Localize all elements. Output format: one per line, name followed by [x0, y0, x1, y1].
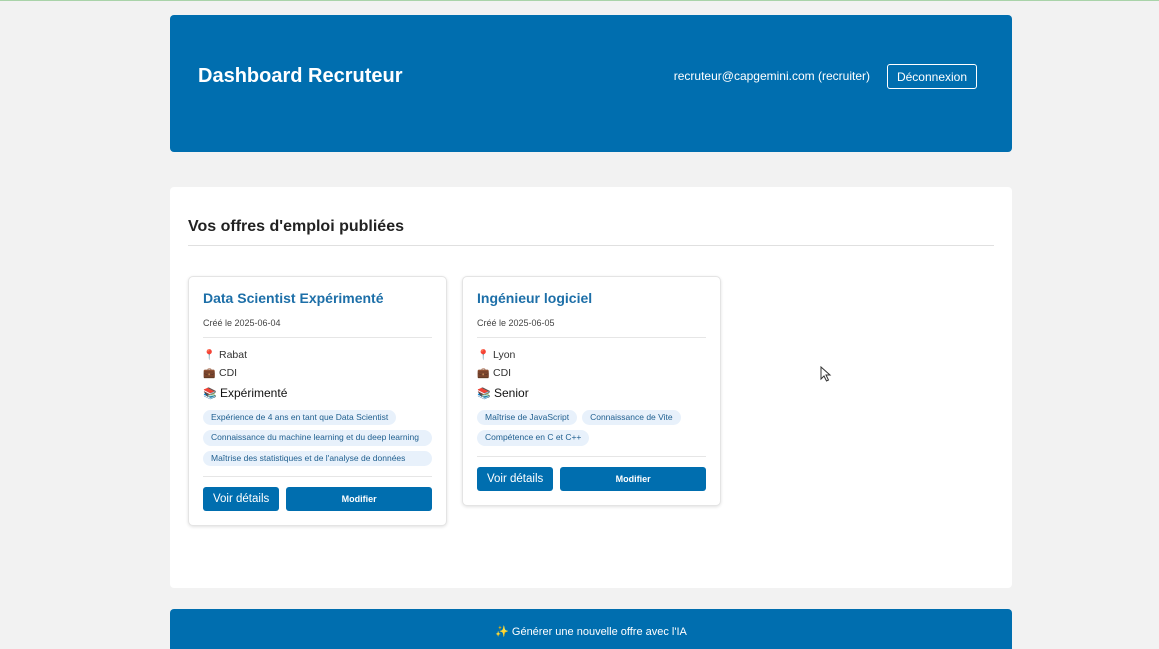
books-icon: 📚: [477, 387, 491, 400]
card-actions: Voir détails Modifier: [477, 466, 706, 491]
offer-location: 📍 Lyon: [477, 349, 706, 361]
user-email: recruteur@capgemini.com (recruiter): [673, 69, 870, 83]
briefcase-icon: 💼: [203, 367, 216, 379]
logout-button[interactable]: Déconnexion: [887, 64, 977, 89]
offer-location: 📍 Rabat: [203, 349, 432, 361]
section-title: Vos offres d'emploi publiées: [188, 218, 404, 235]
card-divider: [203, 476, 432, 478]
mouse-cursor-icon: [820, 366, 832, 382]
offer-title[interactable]: Ingénieur logiciel: [477, 290, 706, 306]
offer-title[interactable]: Data Scientist Expérimenté: [203, 290, 432, 306]
card-actions: Voir détails Modifier: [203, 487, 432, 512]
skill-tag: Connaissance de Vite: [582, 410, 681, 426]
edit-button[interactable]: Modifier: [286, 487, 432, 512]
dashboard-header: Dashboard Recruteur recruteur@capgemini.…: [170, 15, 1012, 152]
generate-offer-button[interactable]: ✨ Générer une nouvelle offre avec l'IA: [170, 609, 1012, 649]
page-title: Dashboard Recruteur: [198, 65, 403, 87]
skill-tag: Expérience de 4 ans en tant que Data Sci…: [203, 410, 397, 426]
view-details-button[interactable]: Voir détails: [477, 466, 554, 491]
offer-level-text: Expérimenté: [220, 386, 288, 400]
offer-contract-text: CDI: [493, 367, 512, 379]
card-divider: [477, 455, 706, 457]
section-divider: [188, 245, 994, 246]
briefcase-icon: 💼: [477, 367, 490, 379]
skill-tag: Compétence en C et C++: [477, 430, 590, 446]
pin-icon: 📍: [203, 349, 216, 361]
skill-tag: Maîtrise des statistiques et de l'analys…: [203, 450, 432, 467]
generate-offer-label: ✨ Générer une nouvelle offre avec l'IA: [495, 626, 687, 638]
skill-tags: Maîtrise de JavaScript Connaissance de V…: [477, 410, 706, 446]
offer-date: Créé le 2025-06-05: [477, 318, 555, 328]
books-icon: 📚: [203, 387, 217, 400]
offer-contract: 💼 CDI: [477, 367, 706, 379]
skill-tags: Expérience de 4 ans en tant que Data Sci…: [203, 410, 432, 467]
offer-location-text: Lyon: [493, 349, 516, 361]
edit-button[interactable]: Modifier: [560, 466, 706, 491]
card-divider: [203, 337, 432, 338]
offers-panel: Vos offres d'emploi publiées Data Scient…: [170, 187, 1012, 588]
offer-card: Data Scientist Expérimenté Créé le 2025-…: [188, 276, 447, 527]
top-border: [0, 0, 1159, 1]
offer-date: Créé le 2025-06-04: [203, 318, 281, 328]
pin-icon: 📍: [477, 349, 490, 361]
offer-level-text: Senior: [494, 386, 529, 400]
skill-tag: Connaissance du machine learning et du d…: [203, 430, 432, 446]
view-details-button[interactable]: Voir détails: [203, 487, 280, 512]
offer-level: 📚 Expérimenté: [203, 386, 432, 400]
offer-level: 📚 Senior: [477, 386, 706, 400]
card-divider: [477, 337, 706, 338]
offer-location-text: Rabat: [219, 349, 248, 361]
skill-tag: Maîtrise de JavaScript: [477, 410, 578, 426]
offer-card: Ingénieur logiciel Créé le 2025-06-05 📍 …: [462, 276, 721, 506]
offer-contract-text: CDI: [219, 367, 238, 379]
offer-contract: 💼 CDI: [203, 367, 432, 379]
